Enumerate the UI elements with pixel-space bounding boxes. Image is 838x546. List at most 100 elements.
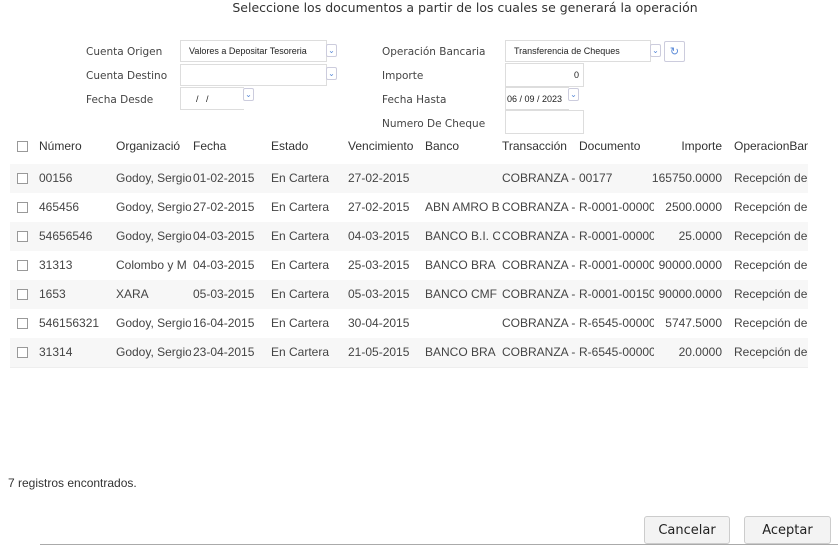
row-checkbox[interactable] [17, 202, 28, 213]
table-cell: 20.0000 [678, 345, 722, 359]
table-cell: 2500.0000 [665, 200, 722, 214]
table-cell: Godoy, Sergio [116, 229, 191, 243]
table-cell: 54656546 [39, 229, 93, 243]
fecha-desde-label: Fecha Desde [86, 94, 154, 106]
column-header[interactable]: Banco [425, 130, 500, 162]
table-cell: 00156 [39, 171, 73, 185]
column-header[interactable]: Estado [271, 130, 346, 162]
table-bottom-border [10, 367, 808, 368]
table-cell: COBRANZA - [502, 171, 576, 185]
table-cell: 1653 [39, 287, 66, 301]
column-header[interactable]: OperacionBancaria [734, 130, 808, 162]
table-cell: COBRANZA - [502, 316, 576, 330]
record-count: 7 registros encontrados. [8, 476, 137, 490]
table-cell: Recepción de [734, 345, 808, 359]
importe-input[interactable]: 0 [505, 63, 584, 87]
row-checkbox[interactable] [17, 231, 28, 242]
row-checkbox[interactable] [17, 173, 28, 184]
table-row[interactable]: 1653 XARA 05-03-2015 En Cartera 05-03-2015 BA… [10, 280, 808, 309]
cuenta-destino-select[interactable] [180, 64, 327, 86]
table-cell: 5747.5000 [665, 316, 722, 330]
cuenta-origen-select[interactable]: Valores a Depositar Tesoreria [180, 40, 327, 62]
row-checkbox[interactable] [17, 318, 28, 329]
row-checkbox[interactable] [17, 289, 28, 300]
table-cell: COBRANZA - [502, 287, 576, 301]
cuenta-origen-label: Cuenta Origen [86, 46, 163, 58]
table-cell: 04-03-2015 [193, 229, 255, 243]
fecha-hasta-input[interactable]: 06 / 09 / 2023 [505, 87, 569, 110]
table-cell: En Cartera [271, 316, 330, 330]
table-cell: 27-02-2015 [348, 200, 410, 214]
table-cell: R-0001-00000 [579, 229, 654, 243]
table-cell: 25-03-2015 [348, 258, 410, 272]
table-row[interactable]: 00156 Godoy, Sergio 01-02-2015 En Cartera 27… [10, 164, 808, 193]
column-header[interactable]: Vencimiento [348, 130, 423, 162]
table-cell: COBRANZA - [502, 345, 576, 359]
table-cell: R-0001-00000 [579, 200, 654, 214]
table-cell: R-0001-00000 [579, 258, 654, 272]
table-cell: 30-04-2015 [348, 316, 410, 330]
table-header[interactable]: Número Organizació Fecha Estado Vencimiento B… [10, 130, 808, 159]
table-row[interactable]: 546156321 Godoy, Sergio 16-04-2015 En Carte… [10, 309, 808, 338]
table-cell: Recepción de [734, 171, 808, 185]
table-cell: 16-04-2015 [193, 316, 255, 330]
table-cell: En Cartera [271, 287, 330, 301]
table-cell: COBRANZA - [502, 258, 576, 272]
column-header[interactable]: Transacción [502, 130, 577, 162]
table-cell: BANCO B.I. CREDITO [425, 229, 500, 243]
table-cell: 90000.0000 [658, 258, 722, 272]
chevron-down-icon[interactable]: ⌄ [243, 88, 254, 101]
table-cell [425, 309, 500, 338]
row-checkbox[interactable] [17, 260, 28, 271]
chevron-down-icon[interactable]: ⌄ [650, 44, 661, 57]
table-cell: En Cartera [271, 345, 330, 359]
table-cell: 90000.0000 [658, 287, 722, 301]
table-row[interactable]: 465456 Godoy, Sergio 27-02-2015 En Cartera 2… [10, 193, 808, 222]
table-row[interactable]: 31314 Godoy, Sergio 23-04-2015 En Cartera 21… [10, 338, 808, 367]
operacion-bancaria-select[interactable]: Transferencia de Cheques [505, 40, 651, 62]
column-header[interactable]: Número [39, 130, 114, 162]
table-cell: En Cartera [271, 258, 330, 272]
chevron-down-icon[interactable]: ⌄ [326, 67, 337, 80]
table-cell: 00177 [579, 171, 613, 185]
dialog-title: Seleccione los documentos a partir de lo… [232, 0, 698, 15]
table-cell: Recepción de [734, 229, 808, 243]
table-cell: 01-02-2015 [193, 171, 255, 185]
table-cell: COBRANZA - [502, 229, 576, 243]
column-header[interactable]: Documento [579, 130, 654, 162]
table-cell: En Cartera [271, 229, 330, 243]
table-cell: BANCO CMF [425, 287, 497, 301]
row-checkbox[interactable] [17, 347, 28, 358]
fecha-hasta-label: Fecha Hasta [382, 94, 447, 106]
table-cell: 465456 [39, 200, 80, 214]
select-all-checkbox[interactable] [17, 141, 28, 152]
table-cell: 04-03-2015 [193, 258, 255, 272]
table-cell: Godoy, Sergio [116, 200, 191, 214]
table-cell: R-6545-00000 [579, 345, 654, 359]
accept-button[interactable]: Aceptar [744, 516, 831, 544]
table-cell: 25.0000 [678, 229, 722, 243]
table-cell: Recepción de [734, 287, 808, 301]
table-cell: 05-03-2015 [348, 287, 410, 301]
table-cell: 31314 [39, 345, 73, 359]
table-cell: 23-04-2015 [193, 345, 255, 359]
table-row[interactable]: 54656546 Godoy, Sergio 04-03-2015 En Carter… [10, 222, 808, 251]
cancel-button[interactable]: Cancelar [644, 516, 730, 544]
table-cell: 27-02-2015 [348, 171, 410, 185]
chevron-down-icon[interactable]: ⌄ [568, 88, 579, 101]
table-cell: Recepción de [734, 200, 808, 214]
table-cell: BANCO BRA [425, 345, 496, 359]
table-cell: 165750.0000 [651, 171, 722, 185]
column-header[interactable]: Fecha [193, 130, 268, 162]
table-cell: Godoy, Sergio [116, 316, 191, 330]
chevron-down-icon[interactable]: ⌄ [326, 44, 337, 57]
column-header[interactable]: Importe [650, 130, 722, 162]
table-cell: R-0001-00150 [579, 287, 654, 301]
table-cell [425, 164, 500, 193]
table-row[interactable]: 31313 Colombo y M 04-03-2015 En Cartera 25-0… [10, 251, 808, 280]
refresh-icon[interactable]: ↻ [664, 41, 685, 62]
table-cell: En Cartera [271, 200, 330, 214]
fecha-desde-input[interactable]: / / [180, 87, 244, 110]
column-header[interactable]: Organizació [116, 130, 191, 162]
table-cell: 546156321 [39, 316, 100, 330]
